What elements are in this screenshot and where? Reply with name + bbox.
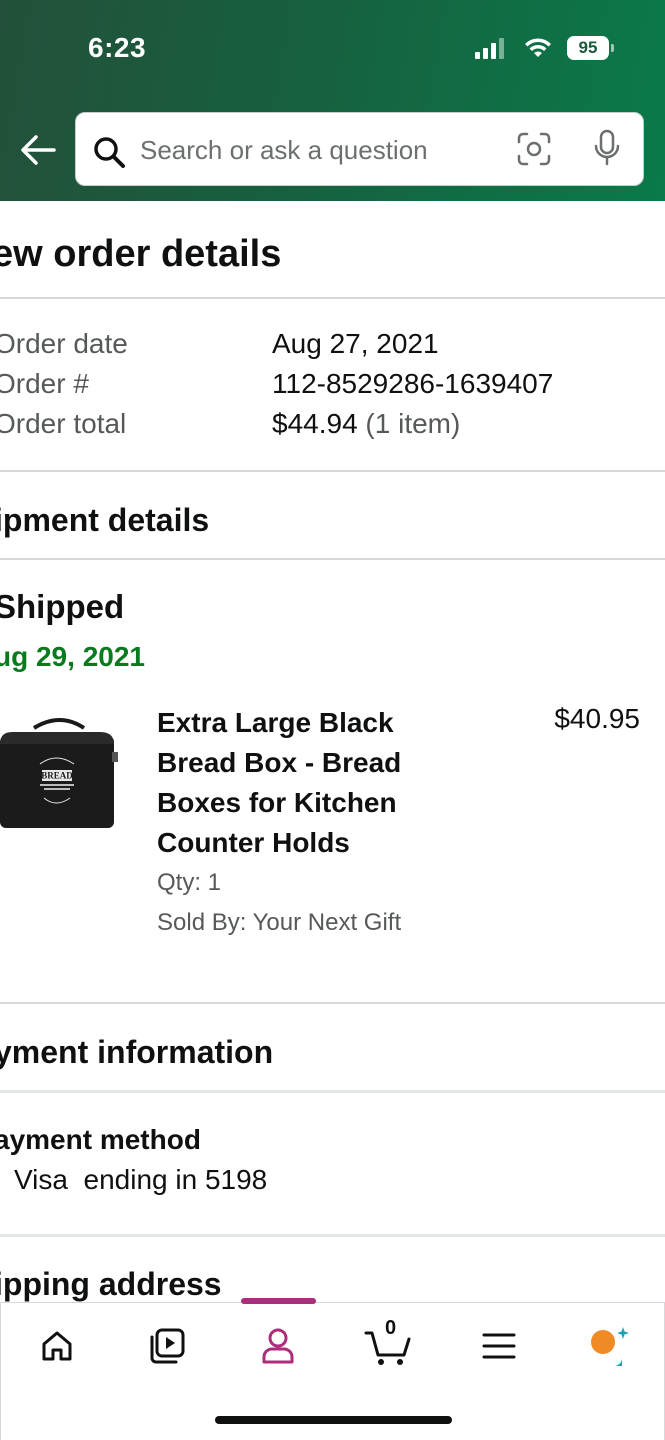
bottom-navigation: 0: [0, 1298, 665, 1440]
nav-menu[interactable]: [469, 1321, 529, 1371]
product-seller: Sold By: Your Next Gift: [157, 909, 402, 936]
shipment-details-heading: ipment details: [0, 502, 210, 538]
order-number-value: 112-8529286-1639407: [272, 368, 554, 399]
camera-lens-icon[interactable]: [516, 131, 552, 167]
play-icon: [150, 1328, 185, 1364]
divider: [0, 297, 665, 299]
order-date-value: Aug 27, 2021: [272, 328, 439, 359]
nav-home[interactable]: [27, 1321, 87, 1371]
divider: [0, 1090, 665, 1093]
divider: [0, 558, 665, 560]
status-icons: 95: [475, 36, 614, 60]
product-price: $40.95: [554, 703, 640, 734]
status-time: 6:23: [88, 32, 147, 63]
product-quantity: Qty: 1: [157, 869, 222, 896]
product-title[interactable]: Extra Large Black Bread Box - Bread Boxe…: [157, 703, 457, 863]
svg-text:BREAD: BREAD: [41, 771, 73, 781]
payment-information-heading: yment information: [0, 1034, 274, 1070]
shipment-status: Shipped: [0, 588, 125, 625]
nav-video[interactable]: [137, 1321, 197, 1371]
search-icon: [94, 137, 125, 168]
signal-icon: [475, 38, 504, 59]
divider: [0, 470, 665, 472]
payment-method-label: ayment method: [0, 1124, 201, 1155]
shipping-address-heading: ipping address: [0, 1266, 222, 1302]
app-header: 6:23 95 Search or ask a question: [0, 0, 665, 201]
search-input[interactable]: Search or ask a question: [140, 135, 428, 166]
assistant-icon: [591, 1327, 629, 1366]
order-total-amount: $44.94: [272, 408, 358, 439]
home-icon: [42, 1331, 72, 1361]
wifi-icon: [525, 38, 551, 57]
order-number-label: Order #: [0, 368, 89, 399]
divider: [0, 1002, 665, 1004]
order-total-label: Order total: [0, 408, 127, 439]
cart-count-badge: 0: [385, 1317, 397, 1339]
payment-method-value: Visa ending in 5198: [14, 1164, 268, 1195]
nav-assistant[interactable]: [579, 1321, 639, 1371]
back-arrow-icon[interactable]: [18, 132, 58, 168]
search-bar[interactable]: Search or ask a question: [75, 112, 644, 186]
nav-account[interactable]: [248, 1321, 308, 1371]
menu-icon: [482, 1333, 516, 1359]
home-indicator: [215, 1416, 452, 1424]
divider: [0, 1234, 665, 1237]
microphone-icon[interactable]: [592, 129, 622, 167]
person-icon: [262, 1328, 294, 1364]
order-date-label: Order date: [0, 328, 128, 359]
shipment-date: ug 29, 2021: [0, 641, 145, 672]
battery-indicator: 95: [567, 36, 614, 60]
order-total-item-count: (1 item): [365, 408, 461, 439]
order-total-value: $44.94 (1 item): [272, 408, 460, 440]
active-tab-indicator: [241, 1298, 316, 1304]
page-title: ew order details: [0, 233, 282, 275]
product-image[interactable]: BREAD: [0, 714, 122, 832]
